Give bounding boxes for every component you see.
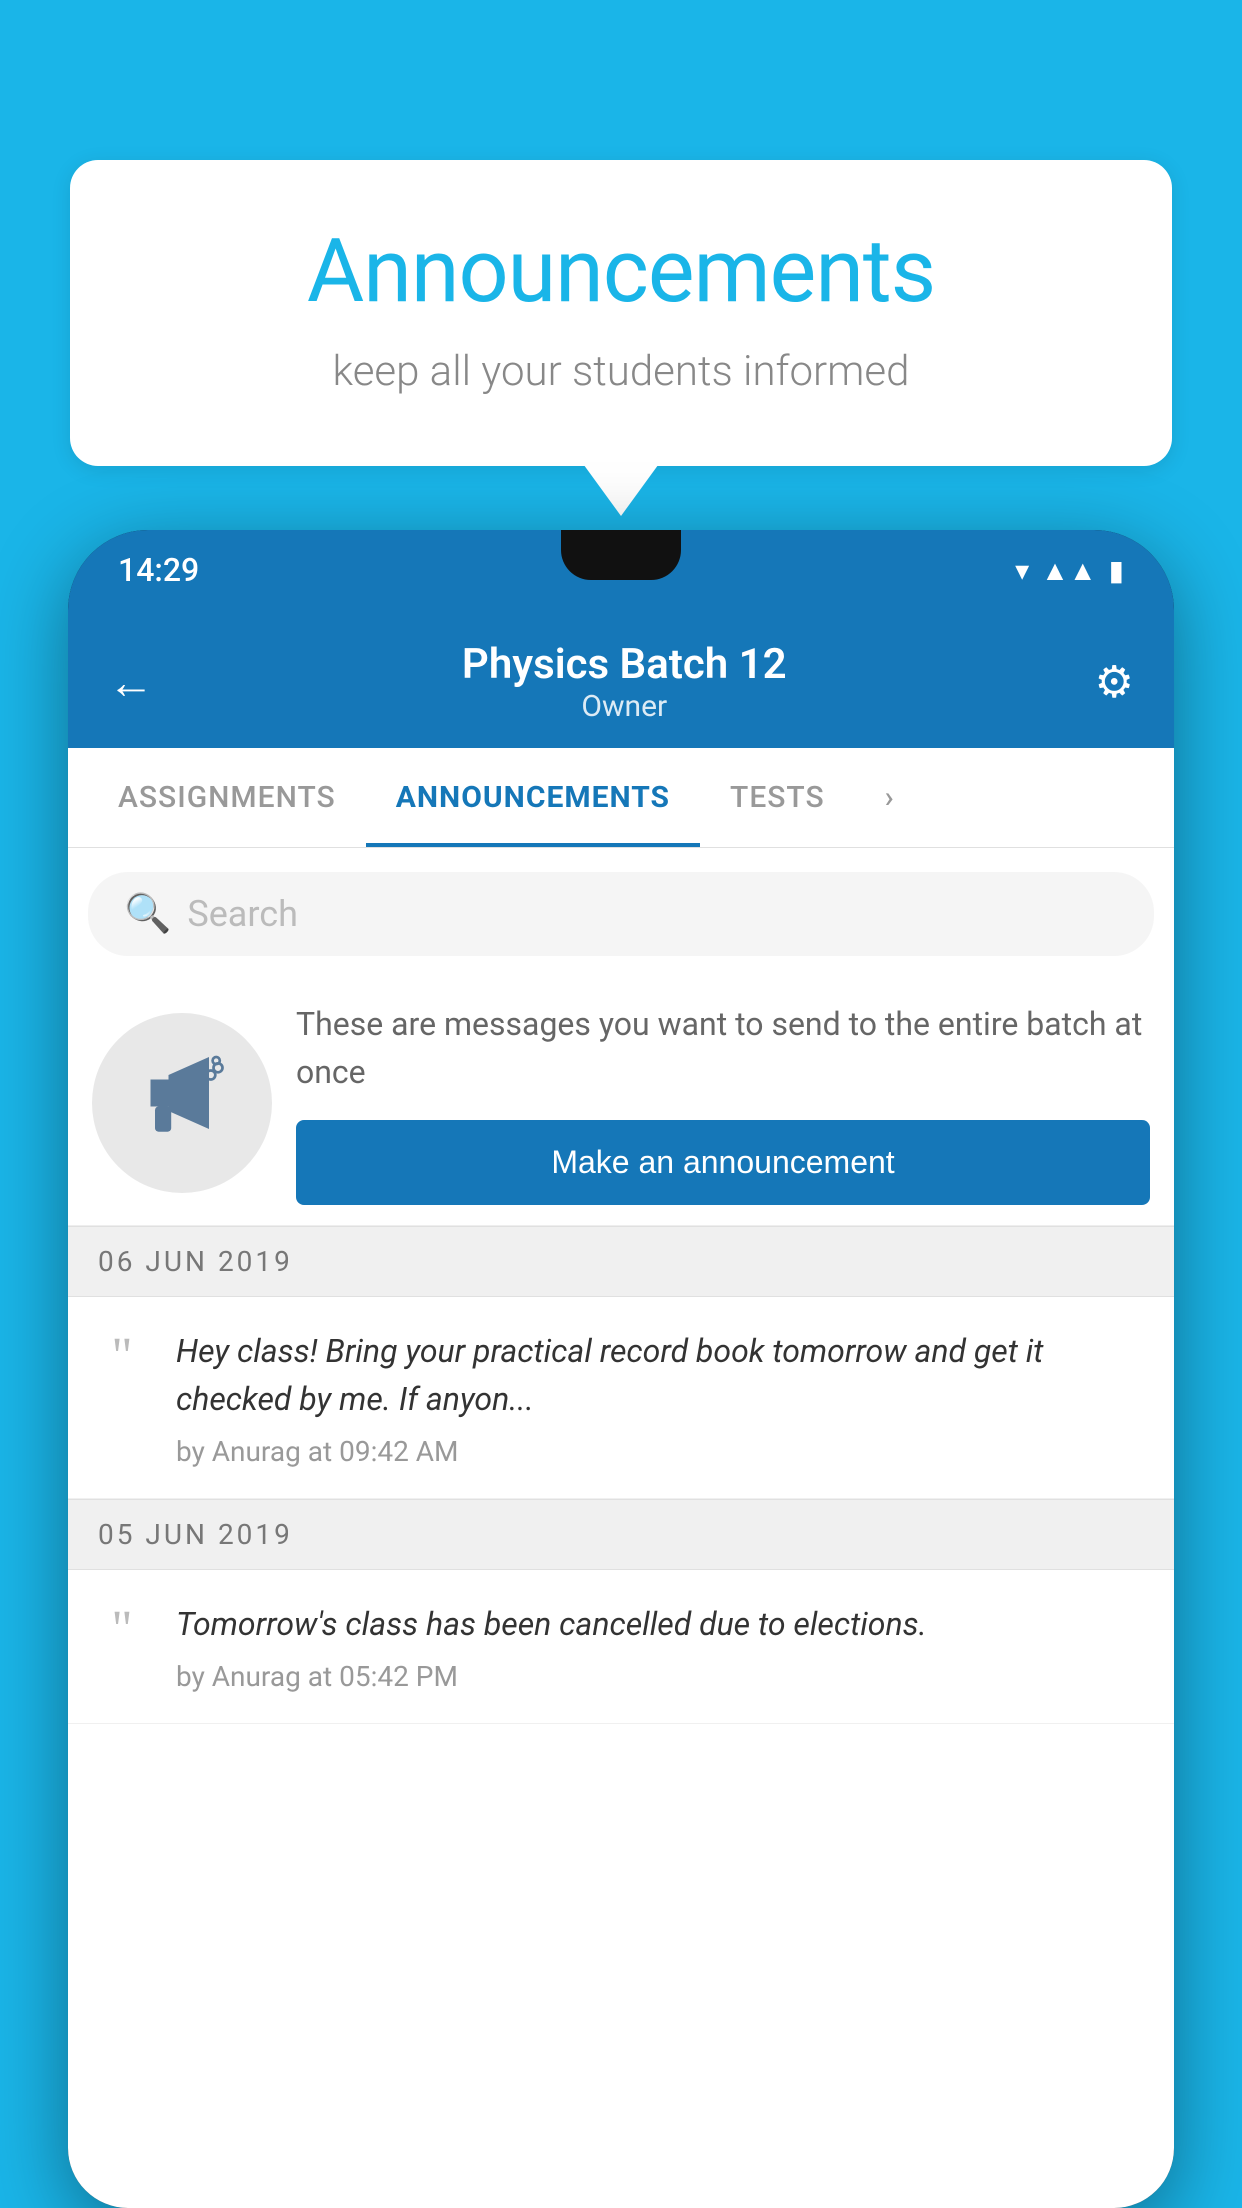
speech-bubble-section: Announcements keep all your students inf…	[70, 160, 1172, 466]
announcement-content-2: Tomorrow's class has been cancelled due …	[176, 1600, 1150, 1693]
batch-title: Physics Batch 12	[462, 640, 787, 689]
back-button[interactable]: ←	[108, 655, 154, 710]
announcement-text-1: Hey class! Bring your practical record b…	[176, 1327, 1150, 1423]
header-title-area: Physics Batch 12 Owner	[462, 640, 787, 724]
search-placeholder: Search	[187, 893, 298, 935]
announcement-content-1: Hey class! Bring your practical record b…	[176, 1327, 1150, 1468]
promo-description: These are messages you want to send to t…	[296, 1000, 1150, 1096]
app-header: ← Physics Batch 12 Owner ⚙	[68, 610, 1174, 748]
owner-label: Owner	[462, 689, 787, 724]
quote-icon-2: "	[92, 1604, 152, 1656]
phone-frame: 14:29 ▾ ▲▲ ▮ ← Physics Batch 12 Owner ⚙ …	[68, 530, 1174, 2208]
announcement-text-2: Tomorrow's class has been cancelled due …	[176, 1600, 1150, 1648]
search-bar[interactable]: 🔍 Search	[88, 872, 1154, 956]
wifi-icon: ▾	[1015, 554, 1029, 587]
battery-icon: ▮	[1109, 554, 1124, 587]
phone-inner: ← Physics Batch 12 Owner ⚙ ASSIGNMENTS A…	[68, 610, 1174, 2208]
search-icon: 🔍	[124, 892, 171, 936]
tabs-container: ASSIGNMENTS ANNOUNCEMENTS TESTS ›	[68, 748, 1174, 848]
announcement-meta-1: by Anurag at 09:42 AM	[176, 1435, 1150, 1468]
megaphone-icon	[137, 1048, 227, 1158]
bubble-title: Announcements	[150, 220, 1092, 323]
announcement-item-1[interactable]: " Hey class! Bring your practical record…	[68, 1297, 1174, 1499]
tab-tests[interactable]: TESTS	[700, 748, 855, 847]
settings-button[interactable]: ⚙	[1095, 656, 1134, 708]
quote-icon-1: "	[92, 1331, 152, 1383]
speech-bubble: Announcements keep all your students inf…	[70, 160, 1172, 466]
status-bar: 14:29 ▾ ▲▲ ▮	[68, 530, 1174, 610]
tab-more[interactable]: ›	[855, 748, 925, 847]
tab-assignments[interactable]: ASSIGNMENTS	[88, 748, 366, 847]
status-time: 14:29	[118, 551, 199, 589]
tab-announcements[interactable]: ANNOUNCEMENTS	[366, 748, 700, 847]
notch	[561, 530, 681, 580]
announcement-item-2[interactable]: " Tomorrow's class has been cancelled du…	[68, 1570, 1174, 1724]
announcement-meta-2: by Anurag at 05:42 PM	[176, 1660, 1150, 1693]
promo-icon-circle	[92, 1013, 272, 1193]
date-separator-2: 05 JUN 2019	[68, 1499, 1174, 1570]
signal-icon: ▲▲	[1041, 554, 1096, 587]
bubble-subtitle: keep all your students informed	[150, 347, 1092, 396]
status-icons: ▾ ▲▲ ▮	[1015, 554, 1124, 587]
promo-right: These are messages you want to send to t…	[296, 1000, 1150, 1205]
promo-card: These are messages you want to send to t…	[68, 980, 1174, 1226]
make-announcement-button[interactable]: Make an announcement	[296, 1120, 1150, 1205]
date-separator-1: 06 JUN 2019	[68, 1226, 1174, 1297]
